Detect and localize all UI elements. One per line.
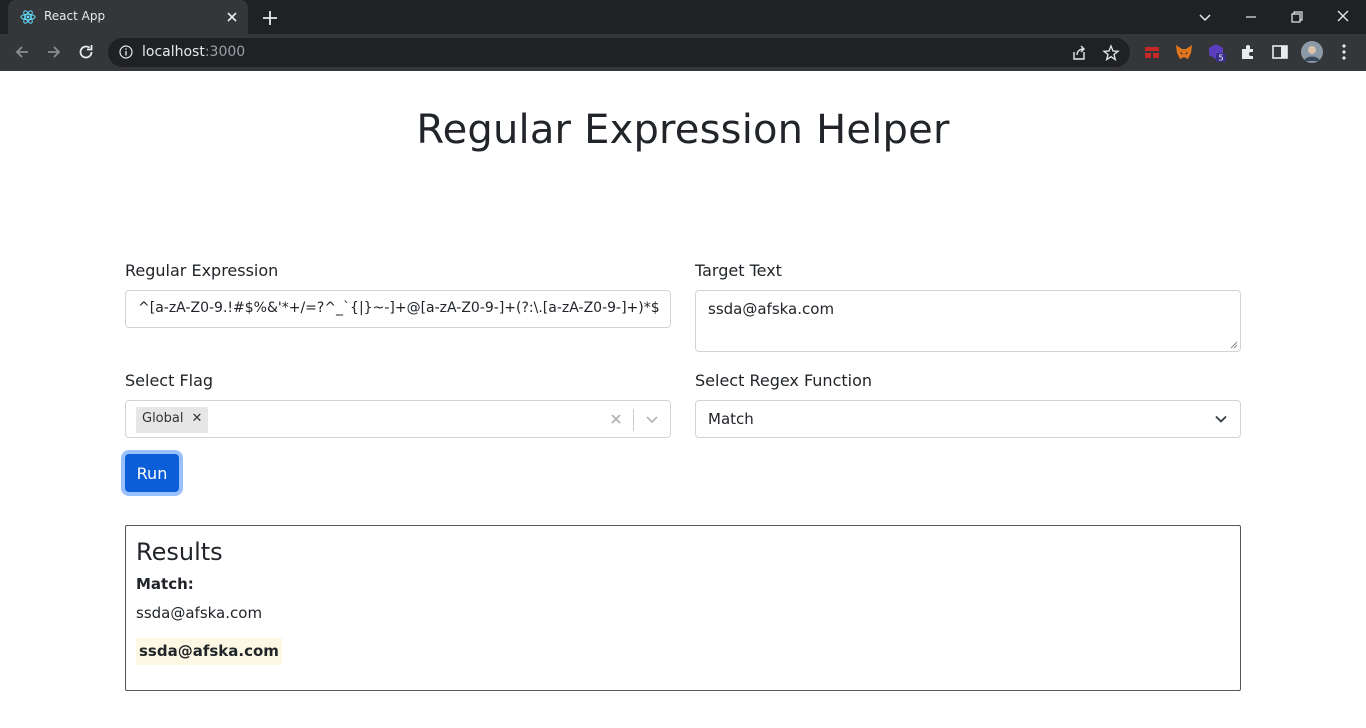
flag-chip-label: Global	[142, 411, 184, 426]
regex-input[interactable]: ^[a-zA-Z0-9.!#$%&'*+/=?^_`{|}~-]+@[a-zA-…	[125, 290, 671, 328]
select-separator	[633, 409, 634, 431]
react-logo-icon	[20, 10, 36, 24]
address-bar[interactable]: localhost:3000	[108, 38, 1130, 67]
minimize-icon[interactable]	[1240, 6, 1262, 28]
url-port: :3000	[204, 44, 246, 60]
page-content: Regular Expression Helper Regular Expres…	[0, 71, 1366, 728]
extension-red-icon[interactable]	[1142, 42, 1162, 62]
function-label: Select Regex Function	[695, 371, 873, 390]
match-text: ssda@afska.com	[136, 604, 263, 622]
flag-chip: Global ✕	[136, 407, 209, 433]
bookmark-star-icon[interactable]	[1102, 44, 1120, 62]
function-select-value: Match	[708, 410, 754, 428]
resize-handle-icon[interactable]	[1230, 341, 1238, 349]
function-select[interactable]: Match	[695, 400, 1241, 438]
match-label: Match:	[136, 575, 194, 593]
results-panel: Results Match: ssda@afska.com ssda@afska…	[125, 525, 1241, 691]
browser-toolbar: localhost:3000 5	[0, 34, 1366, 71]
close-tab-icon[interactable]	[224, 9, 240, 25]
reload-icon[interactable]	[76, 42, 96, 62]
chip-remove-icon[interactable]: ✕	[191, 411, 202, 426]
url-text[interactable]: localhost:3000	[142, 44, 245, 60]
extensions-puzzle-icon[interactable]	[1238, 42, 1258, 62]
page-title: Regular Expression Helper	[416, 107, 950, 153]
run-button[interactable]: Run	[125, 454, 179, 492]
metamask-fox-icon[interactable]	[1174, 42, 1194, 62]
regex-label: Regular Expression	[125, 261, 279, 280]
highlighted-match: ssda@afska.com	[136, 638, 282, 665]
flag-label: Select Flag	[125, 371, 214, 390]
restore-icon[interactable]	[1286, 6, 1308, 28]
share-icon[interactable]	[1070, 44, 1088, 62]
target-text-area[interactable]: ssda@afska.com	[695, 290, 1241, 352]
clear-icon[interactable]	[608, 411, 624, 427]
browser-menu-icon[interactable]	[1334, 42, 1354, 62]
back-icon[interactable]	[12, 42, 32, 62]
extension-purple-icon[interactable]: 5	[1206, 42, 1226, 62]
tab-title: React App	[44, 9, 106, 23]
extension-badge: 5	[1218, 54, 1223, 63]
target-text-label: Target Text	[695, 261, 782, 280]
profile-avatar-icon[interactable]	[1301, 41, 1323, 63]
target-text-value: ssda@afska.com	[708, 300, 835, 318]
tab-search-chevron-icon[interactable]	[1194, 6, 1216, 28]
side-panel-icon[interactable]	[1270, 42, 1290, 62]
chevron-down-icon	[1215, 415, 1227, 423]
results-title: Results	[136, 538, 223, 566]
site-info-icon[interactable]	[119, 45, 133, 59]
chevron-down-icon[interactable]	[644, 411, 660, 427]
browser-tab[interactable]: React App	[8, 0, 248, 34]
flag-multiselect[interactable]: Global ✕	[125, 400, 671, 438]
new-tab-icon[interactable]	[260, 8, 280, 28]
forward-icon[interactable]	[44, 42, 64, 62]
url-host: localhost	[142, 44, 205, 60]
browser-tab-bar: React App	[0, 0, 1366, 34]
close-window-icon[interactable]	[1332, 6, 1354, 28]
